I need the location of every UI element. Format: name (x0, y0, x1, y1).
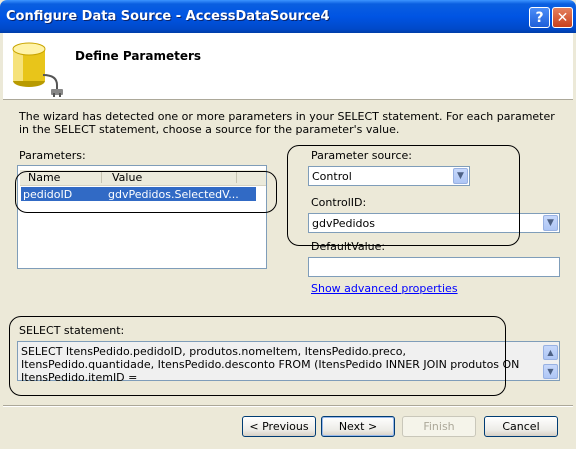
title-bar[interactable]: Configure Data Source - AccessDataSource… (0, 0, 576, 33)
default-value-input[interactable] (308, 257, 560, 277)
wizard-header: Define Parameters (3, 33, 573, 100)
parameters-label: Parameters: (19, 149, 86, 162)
close-button[interactable]: ✕ (552, 7, 573, 28)
page-title: Define Parameters (75, 49, 202, 63)
previous-button[interactable]: < Previous (242, 416, 316, 437)
next-button[interactable]: Next > (321, 416, 395, 437)
chevron-down-icon[interactable]: ▼ (543, 215, 558, 231)
window-title: Configure Data Source - AccessDataSource… (6, 9, 330, 24)
vertical-scrollbar[interactable]: ▲ ▼ (543, 343, 558, 379)
show-advanced-properties-link[interactable]: Show advanced properties (311, 282, 458, 295)
button-separator (3, 405, 573, 407)
finish-button[interactable]: Finish (402, 416, 476, 437)
cancel-button[interactable]: Cancel (484, 416, 558, 437)
database-plug-icon (12, 42, 63, 97)
annotation-outline (15, 171, 277, 213)
wizard-description: The wizard has detected one or more para… (19, 110, 555, 136)
scroll-down-icon[interactable]: ▼ (543, 364, 558, 379)
annotation-outline (287, 145, 520, 246)
annotation-outline (9, 316, 506, 396)
help-button[interactable]: ? (529, 7, 550, 28)
scroll-up-icon[interactable]: ▲ (543, 345, 558, 360)
dialog-window: Configure Data Source - AccessDataSource… (0, 0, 576, 449)
